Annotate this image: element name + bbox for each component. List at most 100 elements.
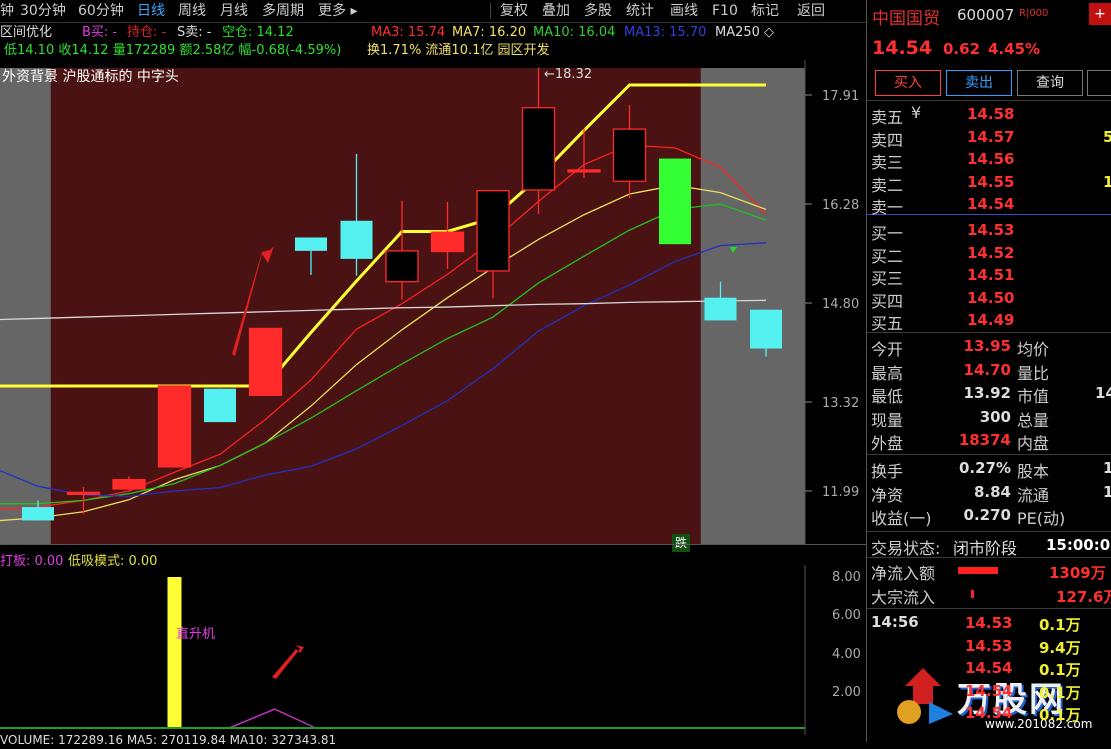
stat-label: 净资: [871, 485, 904, 505]
candle-body: [340, 220, 373, 259]
candle-body: [22, 507, 54, 521]
period-toolbar: 钟 30分钟 60分钟 日线 周线 月线 多周期 更多 ▸ 复权 叠加 多股 统…: [0, 0, 866, 23]
bid-label: 买五: [871, 314, 904, 333]
price-tick: 16.28: [822, 198, 859, 213]
tick-price: 14.54: [965, 681, 1013, 700]
kline-chart[interactable]: 17.91 16.28 14.80 13.32 11.99: [0, 60, 866, 544]
tab-weekly[interactable]: 周线: [178, 0, 206, 22]
tick-volume: 0.1万: [1039, 683, 1081, 702]
candle: [248, 327, 283, 396]
ask-price: 14.54: [967, 195, 1015, 213]
more-button[interactable]: 更多 ▸: [318, 0, 357, 22]
divider: [867, 454, 1111, 455]
divider: [867, 100, 1111, 101]
ask-price: 14.55: [967, 172, 1015, 191]
extra-button[interactable]: [1087, 70, 1111, 96]
volume-readout: VOLUME: 172289.16 MA5: 270119.84 MA10: 3…: [0, 733, 337, 747]
ma250-value: MA250 ◇: [715, 25, 775, 40]
price-change: 0.62: [943, 40, 981, 58]
sell-button[interactable]: 卖出: [946, 70, 1012, 96]
stat-label: 市值: [1017, 387, 1050, 406]
tick-price: 14.53: [965, 614, 1013, 632]
multi-stock-button[interactable]: 多股: [584, 0, 612, 22]
bid-label: 买一: [871, 224, 904, 243]
price-tick: 11.99: [822, 485, 859, 500]
ma13-value: MA13: 15.70: [624, 25, 707, 40]
flow-value: 127.6万: [1056, 588, 1111, 606]
query-button[interactable]: 查询: [1017, 70, 1083, 96]
overlay-button[interactable]: 叠加: [542, 0, 570, 22]
divider: [867, 608, 1111, 609]
watermark-logo-icon: [895, 664, 955, 726]
bid-price: 14.49: [967, 311, 1015, 329]
bid-price: 14.52: [967, 243, 1015, 262]
book-divider: [867, 214, 1111, 215]
adjust-button[interactable]: 复权: [500, 0, 528, 22]
tab-minute[interactable]: 钟: [0, 0, 14, 22]
turnover-summary: 换1.71% 流通10.1亿 园区开发: [367, 43, 550, 58]
quote-summary: 低14.10 收14.12 量172289 额2.58亿 幅-0.68(-4.5…: [4, 43, 342, 58]
down-left-arrow-annotation-icon: [272, 645, 304, 679]
add-button[interactable]: +: [1089, 3, 1111, 25]
candle-body: [750, 309, 782, 349]
tick-price: 14.53: [965, 636, 1013, 655]
stat-value: 0.27%: [958, 459, 1011, 477]
tab-daily[interactable]: 日线: [137, 0, 165, 22]
stat-value: 13.92: [963, 384, 1011, 402]
sub-chart[interactable]: 8.00 6.00 4.00 2.00: [0, 565, 866, 735]
bid-label: 买三: [871, 269, 904, 288]
sub-tick: 4.00: [832, 647, 861, 662]
stat-value: 14.70: [963, 360, 1011, 379]
ask-label: 卖五: [871, 108, 904, 127]
ma7-value: MA7: 16.20: [452, 25, 527, 40]
sub-tick: 6.00: [832, 608, 861, 623]
stat-value: 300: [979, 407, 1011, 426]
divider: [867, 557, 1111, 558]
flow-bar: [971, 590, 974, 598]
ask-mark: ¥: [911, 103, 922, 122]
empty-signal: 空仓: 14.12: [222, 25, 294, 40]
stat-value: 18374: [958, 431, 1011, 449]
candle-body: [295, 237, 327, 251]
ask-price: 14.56: [967, 150, 1015, 168]
stat-label: 最低: [871, 387, 904, 406]
buy-button[interactable]: 买入: [875, 70, 941, 96]
stat-value: 13.95: [963, 337, 1011, 355]
stat-label: 股本: [1017, 462, 1050, 481]
mark-button[interactable]: 标记: [751, 0, 779, 22]
back-button[interactable]: 返回: [797, 0, 825, 22]
tick-volume: 9.4万: [1039, 638, 1081, 657]
ask-label: 卖三: [871, 153, 904, 172]
f10-button[interactable]: F10: [712, 0, 738, 22]
stat-label: 今开: [871, 340, 904, 359]
stat-value: 0.270: [963, 506, 1011, 524]
stats-button[interactable]: 统计: [626, 0, 654, 22]
flow-bar: [958, 567, 998, 574]
bid-price: 14.50: [967, 288, 1015, 307]
stat-label: 外盘: [871, 434, 904, 453]
status-label: 交易状态:: [871, 539, 941, 558]
tab-30min[interactable]: 30分钟: [20, 0, 66, 22]
stat-label: PE(动): [1017, 509, 1066, 528]
indicator-name: 区间优化: [0, 25, 53, 40]
toolbar-divider: [490, 3, 491, 19]
tab-multi-period[interactable]: 多周期: [262, 0, 304, 22]
stat-label: 流通: [1017, 485, 1050, 505]
tab-monthly[interactable]: 月线: [220, 0, 248, 22]
tab-60min[interactable]: 60分钟: [78, 0, 124, 22]
candle-body: [66, 491, 101, 495]
draw-button[interactable]: 画线: [670, 0, 698, 22]
buy-signal: B买: -: [82, 25, 118, 40]
bid-price: 14.53: [967, 221, 1015, 239]
price-tick: 13.32: [822, 396, 859, 411]
price-axis: 17.91 16.28 14.80 13.32 11.99: [805, 89, 859, 500]
candle-body: [567, 169, 601, 173]
highlight-range: [50, 68, 701, 544]
peak-label: ←18.32: [544, 67, 593, 82]
status-time: 15:00:03: [1046, 536, 1111, 554]
candle-body: [157, 385, 192, 468]
candle: [659, 158, 691, 245]
tick-volume: 0.1万: [1039, 706, 1081, 724]
stat-label: 换手: [871, 462, 904, 481]
ask-volume: 1: [1103, 172, 1111, 191]
